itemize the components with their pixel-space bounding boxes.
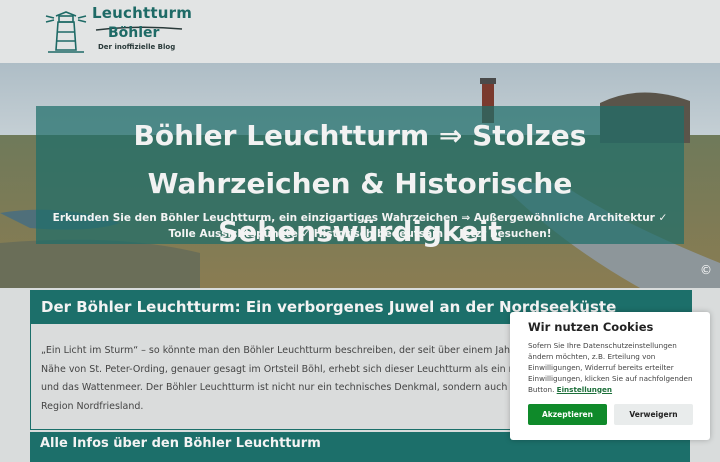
image-copyright[interactable]: ©	[700, 263, 712, 277]
cookie-title: Wir nutzen Cookies	[528, 320, 654, 334]
site-header: Leuchtturm Böhler Der inoffizielle Blog	[0, 0, 720, 63]
accept-cookies-button[interactable]: Akzeptieren	[528, 404, 607, 425]
logo-subtitle: Böhler	[108, 25, 160, 41]
logo-tagline: Der inoffizielle Blog	[98, 43, 176, 51]
deny-cookies-button[interactable]: Verweigern	[614, 404, 693, 425]
lighthouse-logo-icon	[45, 11, 87, 53]
cookie-settings-link[interactable]: Einstellungen	[557, 385, 612, 394]
cookie-text: Sofern Sie Ihre Datenschutzeinstellungen…	[528, 341, 698, 396]
hero-subtitle: Erkunden Sie den Böhler Leuchtturm, ein …	[52, 212, 668, 240]
logo-title: Leuchtturm	[92, 4, 193, 22]
cookie-banner: Wir nutzen Cookies Sofern Sie Ihre Daten…	[510, 312, 710, 440]
